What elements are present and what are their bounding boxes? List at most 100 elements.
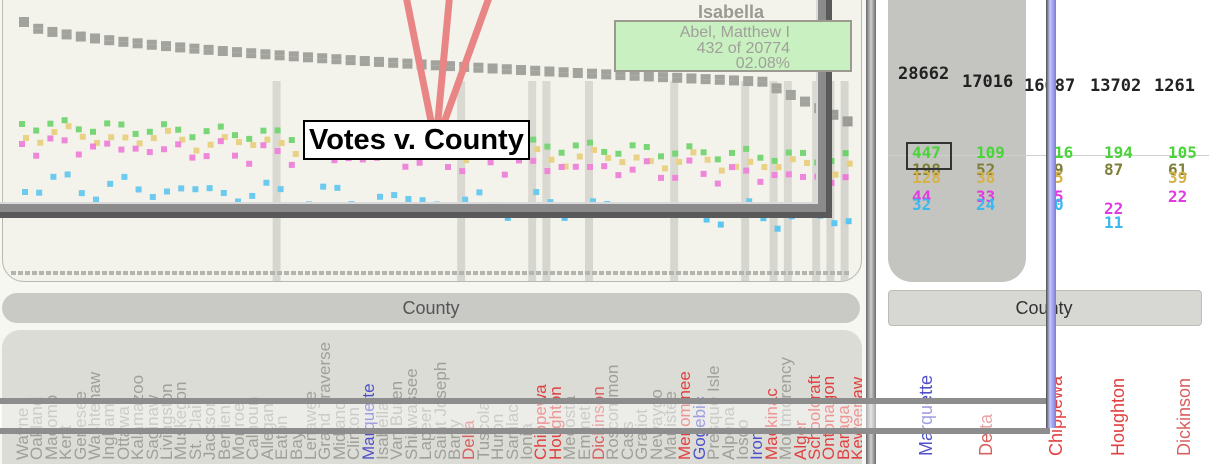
- baseline-tick[interactable]: [669, 271, 674, 275]
- baseline-tick[interactable]: [767, 271, 772, 275]
- pink-marker[interactable]: [246, 160, 253, 167]
- cyan-marker[interactable]: [717, 221, 724, 228]
- total-marker[interactable]: [544, 66, 555, 72]
- baseline-tick[interactable]: [74, 271, 79, 275]
- baseline-tick[interactable]: [235, 271, 240, 275]
- green-marker[interactable]: [615, 150, 622, 157]
- total-marker[interactable]: [75, 36, 86, 42]
- baseline-tick[interactable]: [823, 271, 828, 275]
- green-marker[interactable]: [729, 149, 735, 156]
- baseline-tick[interactable]: [732, 271, 737, 275]
- total-marker[interactable]: [217, 51, 228, 57]
- green-marker[interactable]: [601, 148, 608, 155]
- total-marker[interactable]: [430, 60, 441, 66]
- green-marker[interactable]: [785, 149, 792, 156]
- baseline-tick[interactable]: [32, 271, 37, 275]
- baseline-tick[interactable]: [165, 271, 170, 275]
- cyan-marker[interactable]: [448, 205, 454, 212]
- baseline-tick[interactable]: [53, 271, 58, 275]
- total-marker[interactable]: [828, 109, 839, 115]
- total-marker[interactable]: [90, 38, 100, 44]
- total-marker[interactable]: [530, 65, 541, 71]
- baseline-tick[interactable]: [200, 271, 205, 275]
- total-marker[interactable]: [104, 35, 115, 41]
- pink-marker[interactable]: [274, 148, 281, 155]
- cyan-marker[interactable]: [249, 192, 256, 199]
- pink-marker[interactable]: [672, 174, 679, 181]
- pink-marker[interactable]: [800, 173, 806, 180]
- yellow-marker[interactable]: [576, 153, 583, 160]
- baseline-tick[interactable]: [697, 271, 702, 275]
- baseline-tick[interactable]: [578, 271, 583, 275]
- cyan-marker[interactable]: [732, 205, 738, 212]
- total-marker[interactable]: [658, 72, 668, 78]
- baseline-tick[interactable]: [592, 271, 597, 275]
- pink-marker[interactable]: [61, 137, 68, 144]
- total-marker[interactable]: [686, 78, 697, 84]
- green-marker[interactable]: [700, 149, 707, 156]
- baseline-tick[interactable]: [557, 271, 562, 275]
- baseline-tick[interactable]: [389, 271, 394, 275]
- total-marker[interactable]: [828, 114, 839, 120]
- yellow-marker[interactable]: [250, 142, 257, 149]
- baseline-tick[interactable]: [361, 271, 366, 275]
- baseline-tick[interactable]: [333, 271, 338, 275]
- yellow-marker[interactable]: [676, 158, 683, 165]
- total-marker[interactable]: [757, 81, 768, 87]
- cyan-marker[interactable]: [291, 204, 298, 211]
- baseline-tick[interactable]: [543, 271, 548, 275]
- cyan-marker[interactable]: [320, 183, 327, 190]
- baseline-tick[interactable]: [634, 271, 639, 275]
- total-marker[interactable]: [161, 41, 171, 47]
- total-marker[interactable]: [771, 88, 782, 94]
- baseline-tick[interactable]: [501, 271, 506, 275]
- yellow-marker[interactable]: [846, 160, 853, 167]
- pink-marker[interactable]: [743, 167, 750, 174]
- green-marker[interactable]: [217, 123, 224, 130]
- pink-marker[interactable]: [416, 159, 423, 166]
- green-marker[interactable]: [714, 156, 721, 163]
- baseline-tick[interactable]: [529, 271, 534, 275]
- green-marker[interactable]: [90, 128, 96, 135]
- baseline-tick[interactable]: [95, 271, 100, 275]
- baseline-tick[interactable]: [571, 271, 576, 275]
- total-marker[interactable]: [842, 116, 853, 122]
- green-marker[interactable]: [288, 137, 295, 144]
- baseline-tick[interactable]: [648, 271, 653, 275]
- baseline-tick[interactable]: [599, 271, 604, 275]
- total-marker[interactable]: [558, 67, 569, 73]
- cyan-marker[interactable]: [774, 225, 781, 232]
- total-marker[interactable]: [643, 76, 654, 82]
- green-marker[interactable]: [161, 121, 167, 128]
- total-marker[interactable]: [331, 54, 342, 60]
- detail-county-label[interactable]: Houghton: [1108, 336, 1128, 456]
- green-marker[interactable]: [587, 139, 593, 146]
- green-marker[interactable]: [842, 150, 849, 157]
- green-marker[interactable]: [47, 120, 54, 127]
- total-marker[interactable]: [473, 67, 484, 73]
- cyan-marker[interactable]: [575, 209, 582, 216]
- pink-marker[interactable]: [558, 163, 565, 170]
- total-marker[interactable]: [487, 63, 498, 69]
- baseline-tick[interactable]: [746, 271, 751, 275]
- cyan-marker[interactable]: [462, 196, 469, 203]
- cyan-marker[interactable]: [476, 189, 483, 196]
- cyan-marker[interactable]: [433, 201, 440, 208]
- pink-marker[interactable]: [445, 164, 451, 171]
- total-marker[interactable]: [274, 55, 285, 61]
- county-label-strip[interactable]: Wayne Oakland Macomb Kent Genesee Washtenaw In…: [2, 330, 862, 464]
- total-marker[interactable]: [359, 56, 370, 62]
- baseline-tick[interactable]: [410, 271, 415, 275]
- total-marker[interactable]: [714, 74, 725, 80]
- yellow-marker[interactable]: [619, 159, 626, 166]
- total-marker[interactable]: [757, 76, 768, 82]
- baseline-tick[interactable]: [774, 271, 779, 275]
- pink-marker[interactable]: [572, 163, 579, 170]
- yellow-marker[interactable]: [761, 164, 768, 171]
- baseline-tick[interactable]: [172, 271, 177, 275]
- green-marker[interactable]: [771, 157, 778, 164]
- green-marker[interactable]: [274, 127, 281, 134]
- yellow-marker[interactable]: [37, 139, 44, 146]
- total-marker[interactable]: [189, 48, 200, 54]
- pink-marker[interactable]: [771, 172, 778, 179]
